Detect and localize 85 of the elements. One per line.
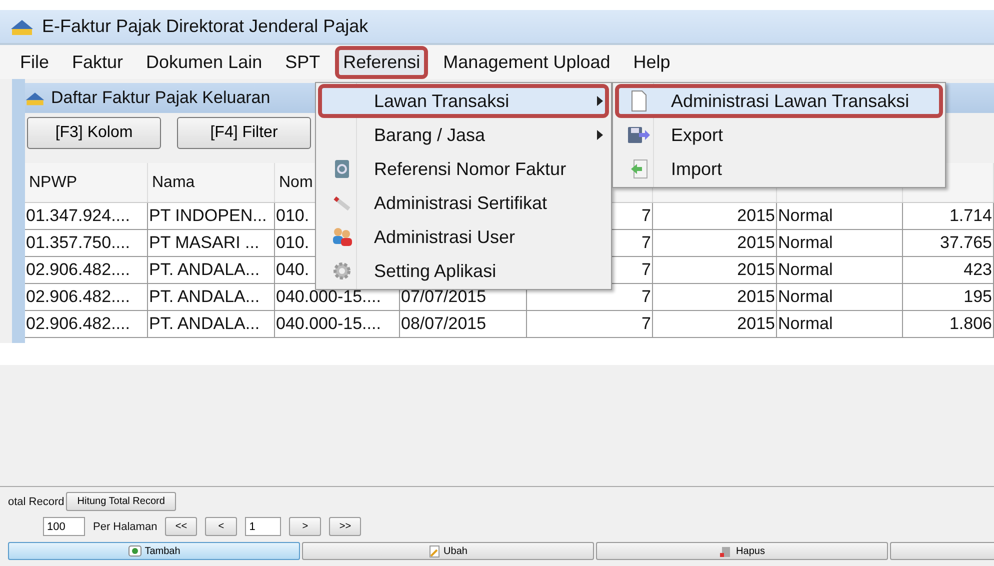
app-logo-icon bbox=[25, 90, 45, 106]
column-header[interactable]: NPWP bbox=[29, 174, 77, 192]
menu-item[interactable]: Export bbox=[615, 118, 943, 152]
pen-icon bbox=[332, 194, 352, 212]
app-logo-icon bbox=[10, 18, 34, 36]
table-cell: 02.906.482.... bbox=[26, 314, 130, 334]
menu-item[interactable]: Administrasi Sertifikat bbox=[318, 186, 609, 220]
action-button[interactable]: Tambah bbox=[8, 542, 300, 560]
table-cell: 423 bbox=[964, 260, 992, 280]
table-cell: 2015 bbox=[737, 260, 775, 280]
table-cell: 7 bbox=[642, 287, 651, 307]
menu-item[interactable]: Setting Aplikasi bbox=[318, 254, 609, 288]
submenu-arrow-icon bbox=[597, 96, 603, 106]
pager-button[interactable]: << bbox=[165, 517, 198, 536]
table-cell: PT. ANDALA... bbox=[149, 287, 260, 307]
table-cell: 07/07/2015 bbox=[401, 287, 486, 307]
table-cell: Normal bbox=[778, 314, 833, 334]
total-record-label: otal Record bbox=[8, 496, 64, 508]
table-cell: 2015 bbox=[737, 287, 775, 307]
table-cell: Normal bbox=[778, 233, 833, 253]
menu-item[interactable]: Administrasi Lawan Transaksi bbox=[615, 84, 943, 118]
per-page-label: Per Halaman bbox=[93, 520, 158, 532]
table-cell: 37.765 bbox=[940, 233, 992, 253]
table-cell: 195 bbox=[964, 287, 992, 307]
edit-icon bbox=[428, 544, 441, 558]
table-cell: 7 bbox=[642, 233, 651, 253]
table-cell: 040.000-15.... bbox=[276, 287, 381, 307]
menu-item[interactable]: Faktur bbox=[64, 46, 132, 78]
table-cell: Normal bbox=[778, 287, 833, 307]
count-button[interactable]: Hitung Total Record bbox=[66, 492, 176, 511]
column-header[interactable]: Nom bbox=[279, 174, 313, 192]
table-cell: PT MASARI ... bbox=[149, 233, 260, 253]
menu-item[interactable]: Referensi Nomor Faktur bbox=[318, 152, 609, 186]
table-cell: 7 bbox=[642, 260, 651, 280]
table-cell: PT INDOPEN... bbox=[149, 206, 267, 226]
menu-item[interactable]: Barang / Jasa bbox=[318, 118, 609, 152]
table-cell: 08/07/2015 bbox=[401, 314, 486, 334]
table-cell: 040.000-15.... bbox=[276, 314, 381, 334]
menu-item[interactable]: Administrasi User bbox=[318, 220, 609, 254]
menu-item[interactable]: Referensi bbox=[335, 46, 428, 78]
table-cell: 040. bbox=[276, 260, 310, 280]
menu-item[interactable]: Management Upload bbox=[435, 46, 618, 78]
table-cell: 01.357.750.... bbox=[26, 233, 130, 253]
table-cell: 2015 bbox=[737, 314, 775, 334]
menu-item[interactable]: SPT bbox=[277, 46, 328, 78]
table-cell: 7 bbox=[642, 314, 651, 334]
pager-button[interactable]: >> bbox=[329, 517, 362, 536]
pager-button[interactable]: < bbox=[205, 517, 238, 536]
menu-item[interactable]: Lawan Transaksi bbox=[318, 84, 609, 118]
menu-item[interactable]: File bbox=[12, 46, 58, 78]
pager-button[interactable]: > bbox=[289, 517, 322, 536]
table-cell: 02.906.482.... bbox=[26, 287, 130, 307]
settings-icon bbox=[332, 261, 352, 281]
action-button[interactable] bbox=[890, 542, 994, 560]
menu-item[interactable]: Help bbox=[625, 46, 678, 78]
toolbar-button[interactable]: [F3] Kolom bbox=[27, 117, 161, 149]
submenu-arrow-icon bbox=[597, 130, 603, 140]
menu-item[interactable]: Dokumen Lain bbox=[138, 46, 270, 78]
users-icon bbox=[331, 227, 353, 247]
action-button[interactable]: Ubah bbox=[302, 542, 594, 560]
table-cell: PT. ANDALA... bbox=[149, 314, 260, 334]
table-cell: 2015 bbox=[737, 233, 775, 253]
table-cell: 010. bbox=[276, 206, 310, 226]
table-cell: 2015 bbox=[737, 206, 775, 226]
column-header[interactable]: Nama bbox=[152, 174, 195, 192]
document-icon bbox=[630, 90, 648, 112]
menu-item[interactable]: Import bbox=[615, 152, 943, 186]
table-cell: 7 bbox=[642, 206, 651, 226]
table-cell: 010. bbox=[276, 233, 310, 253]
table-cell: PT. ANDALA... bbox=[149, 260, 260, 280]
action-button[interactable]: Hapus bbox=[596, 542, 888, 560]
import-icon bbox=[630, 159, 648, 179]
table-cell: Normal bbox=[778, 260, 833, 280]
inner-window-title: Daftar Faktur Pajak Keluaran bbox=[51, 88, 270, 108]
save-arrow-icon bbox=[627, 125, 651, 145]
page-number-field[interactable]: 1 bbox=[245, 517, 282, 536]
page-size-field[interactable]: 100 bbox=[43, 517, 85, 536]
add-icon bbox=[128, 545, 142, 557]
table-cell: Normal bbox=[778, 206, 833, 226]
table-cell: 1.714 bbox=[949, 206, 992, 226]
table-cell: 01.347.924.... bbox=[26, 206, 130, 226]
table-cell: 1.806 bbox=[949, 314, 992, 334]
window-title: E-Faktur Pajak Direktorat Jenderal Pajak bbox=[42, 16, 368, 37]
table-cell: 02.906.482.... bbox=[26, 260, 130, 280]
toolbar-button[interactable]: [F4] Filter bbox=[177, 117, 311, 149]
